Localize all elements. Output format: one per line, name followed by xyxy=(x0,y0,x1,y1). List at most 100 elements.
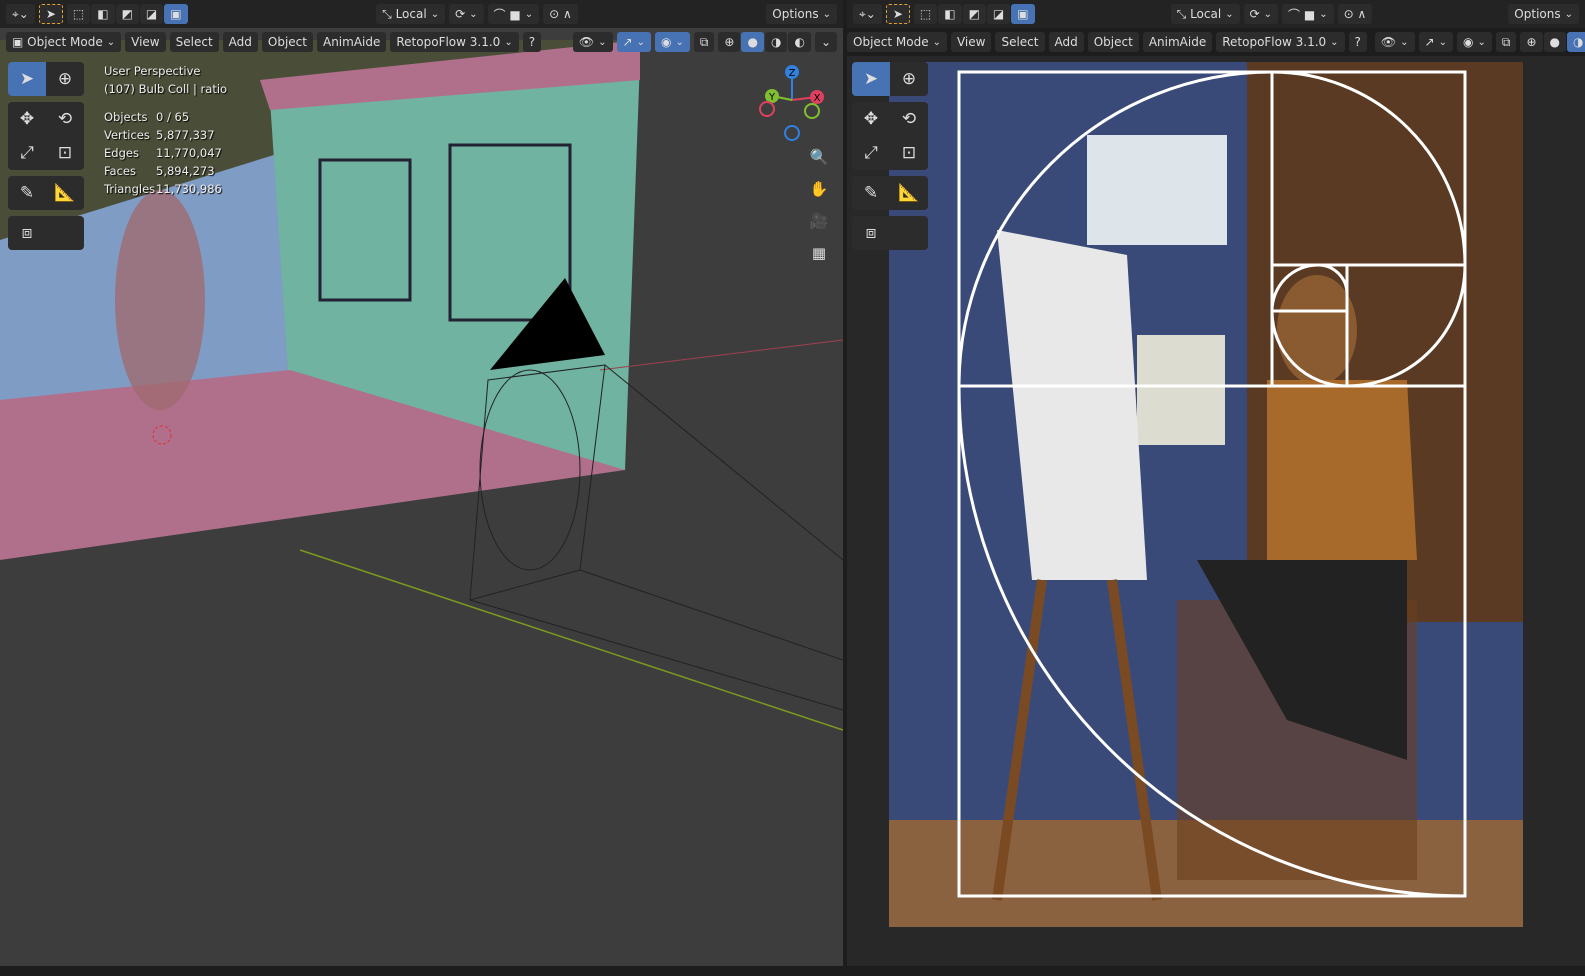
character-sweater xyxy=(1267,380,1417,560)
measure-icon[interactable]: 📐 xyxy=(890,176,928,210)
help-icon[interactable]: ? xyxy=(1348,32,1367,52)
options-dropdown[interactable]: Options xyxy=(1508,4,1579,24)
transform-icon[interactable]: ⊡ xyxy=(890,136,928,170)
add-cube-icon[interactable]: ⧈ xyxy=(8,216,46,250)
x-axis-line xyxy=(599,339,843,371)
stat-label: Objects xyxy=(104,110,148,124)
scale-icon[interactable]: ⤢ xyxy=(852,136,890,170)
rotate-icon[interactable]: ⟲ xyxy=(890,102,928,136)
zoom-icon[interactable]: 🔍 xyxy=(807,148,831,170)
overlay-toggle-icon[interactable]: ◉ xyxy=(654,32,690,52)
proportional-edit-toggle[interactable]: ⊙ ∧ xyxy=(543,4,578,24)
menu-animaide[interactable]: AnimAide xyxy=(1142,32,1213,52)
stat-label: Edges xyxy=(104,146,139,160)
menu-select[interactable]: Select xyxy=(995,32,1045,52)
stat-value: 5,877,337 xyxy=(156,128,215,142)
toolbar: ➤ ⊕ ✥ ⟲ ⤢ ⊡ ✎ 📐 ⧈ xyxy=(8,62,84,250)
shading-rendered-icon[interactable]: ◐ xyxy=(788,32,811,52)
measure-icon[interactable]: 📐 xyxy=(46,176,84,210)
transform-icon[interactable]: ⊡ xyxy=(46,136,84,170)
shading-options-icon[interactable]: ⌄ xyxy=(814,32,837,52)
move-icon[interactable]: ✥ xyxy=(852,102,890,136)
viewport-header: Object Mode View Select Add Object AnimA… xyxy=(847,28,1585,56)
select-box-icon[interactable]: ➤ xyxy=(852,62,890,96)
mode-extend-icon[interactable]: ◧ xyxy=(91,4,115,24)
menu-add[interactable]: Add xyxy=(222,32,258,52)
gizmo-toggle-icon[interactable]: ↗ xyxy=(616,32,651,52)
visibility-icon[interactable]: 👁 xyxy=(572,32,613,52)
shading-solid-icon[interactable]: ● xyxy=(741,32,764,52)
select-tool-icon[interactable]: ➤ xyxy=(885,4,910,24)
mode-subtract-icon[interactable]: ◩ xyxy=(962,4,986,24)
viewport-info: User Perspective (107) Bulb Coll | ratio… xyxy=(104,62,227,198)
cursor-icon[interactable]: ⊕ xyxy=(46,62,84,96)
xray-toggle-icon[interactable]: ⧉ xyxy=(693,32,715,52)
mode-new-icon[interactable]: ⬚ xyxy=(913,4,938,24)
annotate-icon[interactable]: ✎ xyxy=(8,176,46,210)
transform-orientation-select[interactable]: ⤡ Local xyxy=(376,4,446,24)
shading-wireframe-icon[interactable]: ⊕ xyxy=(1520,32,1543,52)
add-cube-icon[interactable]: ⧈ xyxy=(852,216,890,250)
move-icon[interactable]: ✥ xyxy=(8,102,46,136)
menu-object[interactable]: Object xyxy=(261,32,313,52)
stat-value: 11,730,986 xyxy=(156,182,222,196)
mode-subtract-icon[interactable]: ◩ xyxy=(115,4,139,24)
menu-animaide[interactable]: AnimAide xyxy=(316,32,387,52)
stat-value: 11,770,047 xyxy=(156,146,222,160)
menu-view[interactable]: View xyxy=(950,32,992,52)
pivot-point-select[interactable]: ⟳ xyxy=(449,4,484,24)
shading-material-icon[interactable]: ◑ xyxy=(1567,32,1585,52)
y-axis-line xyxy=(299,549,843,731)
editor-type-button[interactable]: ⌖⌄ xyxy=(6,4,35,24)
overlay-toggle-icon[interactable]: ◉ xyxy=(1457,32,1492,52)
navigation-gizmo[interactable]: Z X Y xyxy=(757,62,827,142)
xray-toggle-icon[interactable]: ⧉ xyxy=(1495,32,1517,52)
camera-view-icon[interactable]: 🎥 xyxy=(807,212,831,234)
pivot-point-select[interactable]: ⟳ xyxy=(1243,4,1279,24)
orientation-label: Local xyxy=(1190,7,1222,21)
shading-material-icon[interactable]: ◑ xyxy=(764,32,788,52)
select-box-icon[interactable]: ➤ xyxy=(8,62,46,96)
proportional-edit-toggle[interactable]: ⊙ ∧ xyxy=(1337,4,1373,24)
snap-toggle[interactable]: ⌒ ■ xyxy=(1282,4,1334,24)
mode-extend-icon[interactable]: ◧ xyxy=(938,4,962,24)
pan-hand-icon[interactable]: ✋ xyxy=(807,180,831,202)
scene-statistics: Objects 0 / 65 Vertices 5,877,337 Edges 11,… xyxy=(104,108,227,198)
mode-invert-icon[interactable]: ◪ xyxy=(986,4,1011,24)
scale-icon[interactable]: ⤢ xyxy=(8,136,46,170)
help-icon[interactable]: ? xyxy=(522,32,542,52)
mode-new-icon[interactable]: ⬚ xyxy=(66,4,91,24)
editor-type-button[interactable]: ⌖⌄ xyxy=(853,4,882,24)
mode-select[interactable]: Object Mode xyxy=(847,32,947,52)
snap-toggle[interactable]: ⌒ ■ xyxy=(487,4,540,24)
mode-select[interactable]: ▣ Object Mode xyxy=(6,32,122,52)
mode-intersect-icon[interactable]: ▣ xyxy=(164,4,188,24)
options-dropdown[interactable]: Options xyxy=(766,4,837,24)
ortho-grid-icon[interactable]: ▦ xyxy=(807,244,831,266)
right-camera-viewport[interactable]: ⌖⌄ ➤ ⬚◧◩◪▣ ⤡ Local ⟳ ⌒ ■ ⊙ ∧ Options Obj… xyxy=(847,0,1585,966)
rotate-icon[interactable]: ⟲ xyxy=(46,102,84,136)
visibility-icon[interactable]: 👁 xyxy=(1374,32,1415,52)
cursor-icon[interactable]: ⊕ xyxy=(890,62,928,96)
menu-add[interactable]: Add xyxy=(1048,32,1084,52)
shading-wireframe-icon[interactable]: ⊕ xyxy=(718,32,741,52)
mode-label: Object Mode xyxy=(27,35,103,49)
retopoflow-menu[interactable]: RetopoFlow 3.1.0 xyxy=(390,32,519,52)
toolbar: ➤ ⊕ ✥ ⟲ ⤢ ⊡ ✎ 📐 ⧈ xyxy=(852,62,928,250)
menu-object[interactable]: Object xyxy=(1087,32,1139,52)
stat-label: Vertices xyxy=(104,128,150,142)
left-3d-viewport[interactable]: ⌖⌄ ➤ ⬚◧◩◪▣ ⤡ Local ⟳ ⌒ ■ ⊙ ∧ Options ▣ O… xyxy=(0,0,843,966)
menu-view[interactable]: View xyxy=(125,32,166,52)
camera-render-view[interactable] xyxy=(847,0,1585,966)
annotate-icon[interactable]: ✎ xyxy=(852,176,890,210)
retopoflow-menu[interactable]: RetopoFlow 3.1.0 xyxy=(1216,32,1345,52)
lightbulb-drawing xyxy=(1137,335,1225,445)
menu-select[interactable]: Select xyxy=(169,32,219,52)
mode-intersect-icon[interactable]: ▣ xyxy=(1011,4,1035,24)
mode-invert-icon[interactable]: ◪ xyxy=(139,4,164,24)
tool-header: ⌖⌄ ➤ ⬚◧◩◪▣ ⤡ Local ⟳ ⌒ ■ ⊙ ∧ Options xyxy=(847,0,1585,28)
transform-orientation-select[interactable]: ⤡ Local xyxy=(1170,4,1240,24)
gizmo-toggle-icon[interactable]: ↗ xyxy=(1418,32,1453,52)
shading-solid-icon[interactable]: ● xyxy=(1543,32,1566,52)
select-tool-icon[interactable]: ➤ xyxy=(38,4,63,24)
